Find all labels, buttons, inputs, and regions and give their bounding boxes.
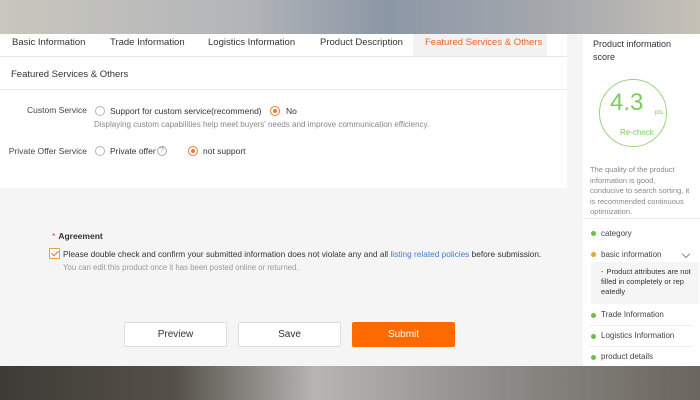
tab-product-description[interactable]: Product Description [308,34,413,56]
score-item-basic-information[interactable]: basic information [601,250,661,259]
custom-service-support-radio[interactable] [95,106,105,116]
score-item-separator [590,346,692,347]
agreement-text: Please double check and confirm your sub… [63,249,541,259]
submit-button[interactable]: Submit [352,322,455,347]
score-description: The quality of the product information i… [590,165,690,216]
custom-service-support-label[interactable]: Support for custom service(recommend) [110,106,262,116]
custom-service-label: Custom Service [27,105,87,115]
score-item-product-details[interactable]: product details [601,352,653,361]
basic-info-issue: - Product attributes are not filled in co… [601,267,697,297]
tab-trade-information[interactable]: Trade Information [98,34,196,56]
tab-featured-services[interactable]: Featured Services & Others [413,34,547,56]
tab-basic-information[interactable]: Basic Information [0,34,98,56]
score-panel: Product information score 4.3 pts Re-che… [583,34,700,366]
background-top [0,0,700,34]
score-unit: pts [655,110,664,116]
score-divider [583,218,700,219]
custom-service-no-label[interactable]: No [286,106,297,116]
score-item-trade-information[interactable]: Trade Information [601,310,664,319]
recheck-link[interactable]: Re-check [620,128,654,137]
section-divider [0,89,567,90]
agreement-text-after: before submission. [469,249,542,259]
private-offer-radio[interactable] [95,146,105,156]
background-bottom [0,366,700,400]
issue-bullet: - [601,267,604,276]
section-title: Featured Services & Others [11,69,129,80]
agreement-note: You can edit this product once it has be… [63,263,299,272]
custom-service-hint: Displaying custom capabilities help meet… [94,120,430,129]
basic-info-status-dot [591,252,596,257]
private-offer-label: Private Offer Service [8,146,87,156]
main-form-card: Basic Information Trade Information Logi… [0,34,567,188]
agreement-checkbox[interactable] [49,248,60,259]
details-status-dot [591,355,596,360]
tab-logistics-information[interactable]: Logistics Information [196,34,308,56]
preview-button[interactable]: Preview [124,322,227,347]
score-panel-title: Product information score [593,39,672,62]
chevron-down-icon[interactable] [681,249,691,259]
custom-service-no-radio[interactable] [270,106,280,116]
score-item-separator [590,325,692,326]
help-icon[interactable]: ? [157,146,167,156]
required-mark: * [52,231,56,241]
trade-status-dot [591,313,596,318]
form-tabs: Basic Information Trade Information Logi… [0,34,567,57]
agreement-title: Agreement [58,231,103,241]
private-offer-option-label[interactable]: Private offer [110,146,156,156]
private-offer-not-support-label[interactable]: not support [203,146,246,156]
save-button[interactable]: Save [238,322,341,347]
private-offer-not-support-radio[interactable] [188,146,198,156]
basic-info-issue-box: - Product attributes are not filled in co… [591,262,699,304]
score-item-logistics-information[interactable]: Logistics Information [601,331,674,340]
policies-link[interactable]: listing related policies [390,249,469,259]
score-item-category[interactable]: category [601,229,632,238]
product-edit-frame: Basic Information Trade Information Logi… [0,34,700,366]
issue-text: Product attributes are not filled in com… [601,267,691,296]
logistics-status-dot [591,334,596,339]
agreement-text-before: Please double check and confirm your sub… [63,249,391,259]
category-status-dot [591,231,596,236]
agreement-heading: * Agreement [52,231,103,241]
score-value: 4.3 [610,89,644,116]
